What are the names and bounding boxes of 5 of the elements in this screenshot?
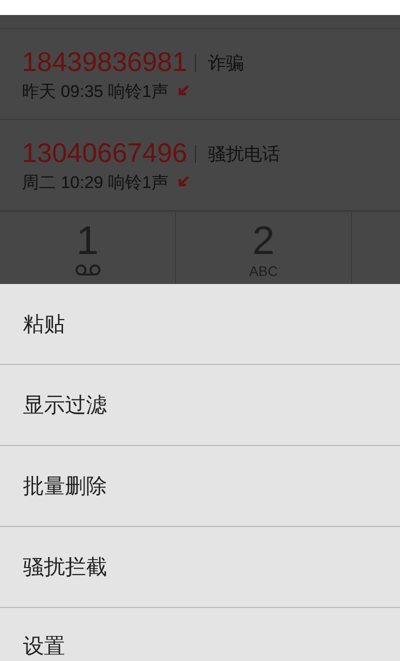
phone-number: 18439836981 xyxy=(22,47,188,78)
incoming-arrow-icon xyxy=(178,84,190,96)
incoming-arrow-icon xyxy=(178,174,190,186)
phone-number: 13040667496 xyxy=(22,138,188,169)
voicemail-icon xyxy=(74,262,100,276)
